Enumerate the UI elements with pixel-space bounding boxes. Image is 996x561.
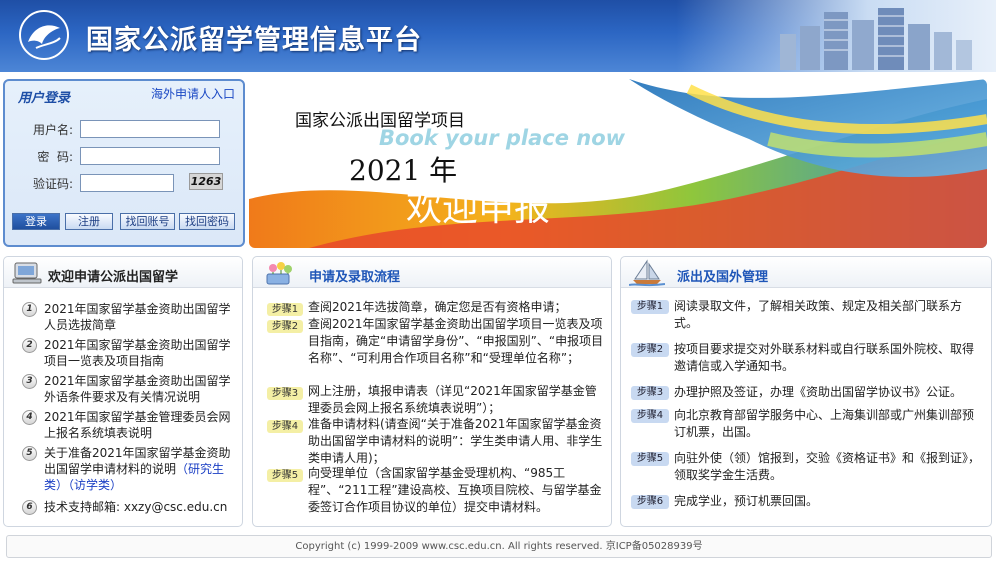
- list-item-text[interactable]: 2021年国家留学基金资助出国留学外语条件要求及有关情况说明: [44, 373, 232, 405]
- step-text: 按项目要求提交对外联系材料或自行联系国外院校、取得邀请信或入学通知书。: [674, 342, 975, 373]
- step-badge: 步骤1: [267, 303, 303, 316]
- application-flow-panel: 申请及录取流程 步骤1 查阅2021年选拔简章，确定您是否有资格申请； 步骤2 …: [252, 256, 612, 527]
- step-text: 向受理单位（含国家留学基金受理机构、“985工程”、“211工程”建设高校、互换…: [308, 466, 602, 514]
- step-text: 查阅2021年国家留学基金资助出国留学项目一览表及项目指南，确定“申请留学身份”…: [308, 317, 604, 365]
- step-text: 向北京教育部留学服务中心、上海集训部或广州集训部预订机票，出国。: [674, 408, 975, 439]
- login-panel: 用户登录 海外申请人入口 用户名: 密 码: 验证码: 1263 登录 注册 找…: [3, 79, 245, 247]
- step-text: 完成学业，预订机票回国。: [674, 494, 819, 508]
- login-header: 用户登录 海外申请人入口: [5, 81, 243, 107]
- manage-panel-title: 派出及国外管理: [677, 270, 769, 285]
- promo-banner[interactable]: 国家公派出国留学项目 Book your place now 2021 年 欢迎…: [249, 79, 987, 248]
- recover-password-button[interactable]: 找回密码: [179, 213, 235, 230]
- banner-welcome-text: 欢迎申报: [406, 188, 551, 229]
- login-title: 用户登录: [18, 91, 71, 106]
- step-badge: 步骤4: [631, 409, 669, 423]
- step-text: 准备申请材料(请查阅“关于准备2021年国家留学基金资助出国留学申请材料的说明”…: [308, 417, 603, 465]
- step-badge: 步骤3: [631, 386, 669, 400]
- welcome-panel: 欢迎申请公派出国留学 1 2021年国家留学基金资助出国留学人员选拔简章 2 2…: [3, 256, 243, 527]
- register-button[interactable]: 注册: [65, 213, 113, 230]
- step-badge: 步骤2: [267, 320, 303, 333]
- number-badge: 5: [22, 446, 37, 461]
- step-badge: 步骤1: [631, 300, 669, 314]
- csc-logo-icon: [19, 10, 69, 60]
- number-badge: 2: [22, 338, 37, 353]
- number-badge: 4: [22, 410, 37, 425]
- username-field[interactable]: [80, 120, 220, 138]
- step-text: 阅读录取文件，了解相关政策、规定及相关部门联系方式。: [674, 299, 963, 330]
- flow-panel-title: 申请及录取流程: [309, 270, 401, 285]
- username-label: 用户名:: [32, 123, 73, 137]
- computer-icon: [12, 262, 42, 284]
- list-item-text[interactable]: 2021年国家留学基金资助出国留学项目一览表及项目指南: [44, 337, 232, 369]
- step-badge: 步骤4: [267, 420, 303, 433]
- captcha-image[interactable]: 1263: [189, 173, 223, 190]
- list-item-text[interactable]: 关于准备2021年国家留学基金资助出国留学申请材料的说明（研究生类）（访学类）: [44, 445, 232, 493]
- manage-panel-header: 派出及国外管理: [621, 257, 991, 288]
- step-text: 向驻外使（领）馆报到，交验《资格证书》和《报到证》，领取奖学金生活费。: [674, 451, 981, 482]
- number-badge: 3: [22, 374, 37, 389]
- step-badge: 步骤6: [631, 495, 669, 509]
- support-email-text: 技术支持邮箱: xxzy@csc.edu.cn: [44, 500, 228, 514]
- step-badge: 步骤5: [631, 452, 669, 466]
- step-badge: 步骤2: [631, 343, 669, 357]
- site-title: 国家公派留学管理信息平台: [86, 25, 422, 56]
- step-badge: 步骤3: [267, 387, 303, 400]
- number-badge: 6: [22, 500, 37, 515]
- number-badge: 1: [22, 302, 37, 317]
- recover-account-button[interactable]: 找回账号: [120, 213, 175, 230]
- sailboat-icon: [629, 259, 665, 287]
- password-field[interactable]: [80, 147, 220, 165]
- banner-tagline: Book your place now: [379, 126, 626, 150]
- welcome-panel-title: 欢迎申请公派出国留学: [48, 270, 179, 285]
- password-label: 密 码:: [37, 150, 73, 164]
- city-buildings-icon: [780, 8, 972, 70]
- copyright-text: Copyright (c) 1999-2009 www.csc.edu.cn. …: [295, 541, 703, 552]
- step-text: 办理护照及签证，办理《资助出国留学协议书》公证。: [674, 385, 963, 399]
- dispatch-management-panel: 派出及国外管理 步骤1 阅读录取文件，了解相关政策、规定及相关部门联系方式。 步…: [620, 256, 992, 527]
- page-footer: Copyright (c) 1999-2009 www.csc.edu.cn. …: [6, 535, 992, 558]
- list-item-text[interactable]: 2021年国家留学基金资助出国留学人员选拔简章: [44, 301, 232, 333]
- step-text: 查阅2021年选拔简章，确定您是否有资格申请；: [308, 300, 567, 314]
- login-button[interactable]: 登录: [12, 213, 60, 230]
- captcha-field[interactable]: [80, 174, 174, 192]
- captcha-label: 验证码:: [32, 177, 73, 191]
- overseas-applicant-link[interactable]: 海外申请人入口: [151, 85, 235, 102]
- step-text: 网上注册，填报申请表（详见“2021年国家留学基金管理委员会网上报名系统填表说明…: [308, 384, 597, 415]
- flow-panel-header: 申请及录取流程: [253, 257, 611, 288]
- welcome-panel-header: 欢迎申请公派出国留学: [4, 257, 242, 288]
- flowers-icon: [266, 262, 292, 285]
- list-item-text[interactable]: 2021年国家留学基金管理委员会网上报名系统填表说明: [44, 409, 232, 441]
- site-header: 国家公派留学管理信息平台: [0, 0, 996, 72]
- step-badge: 步骤5: [267, 469, 303, 482]
